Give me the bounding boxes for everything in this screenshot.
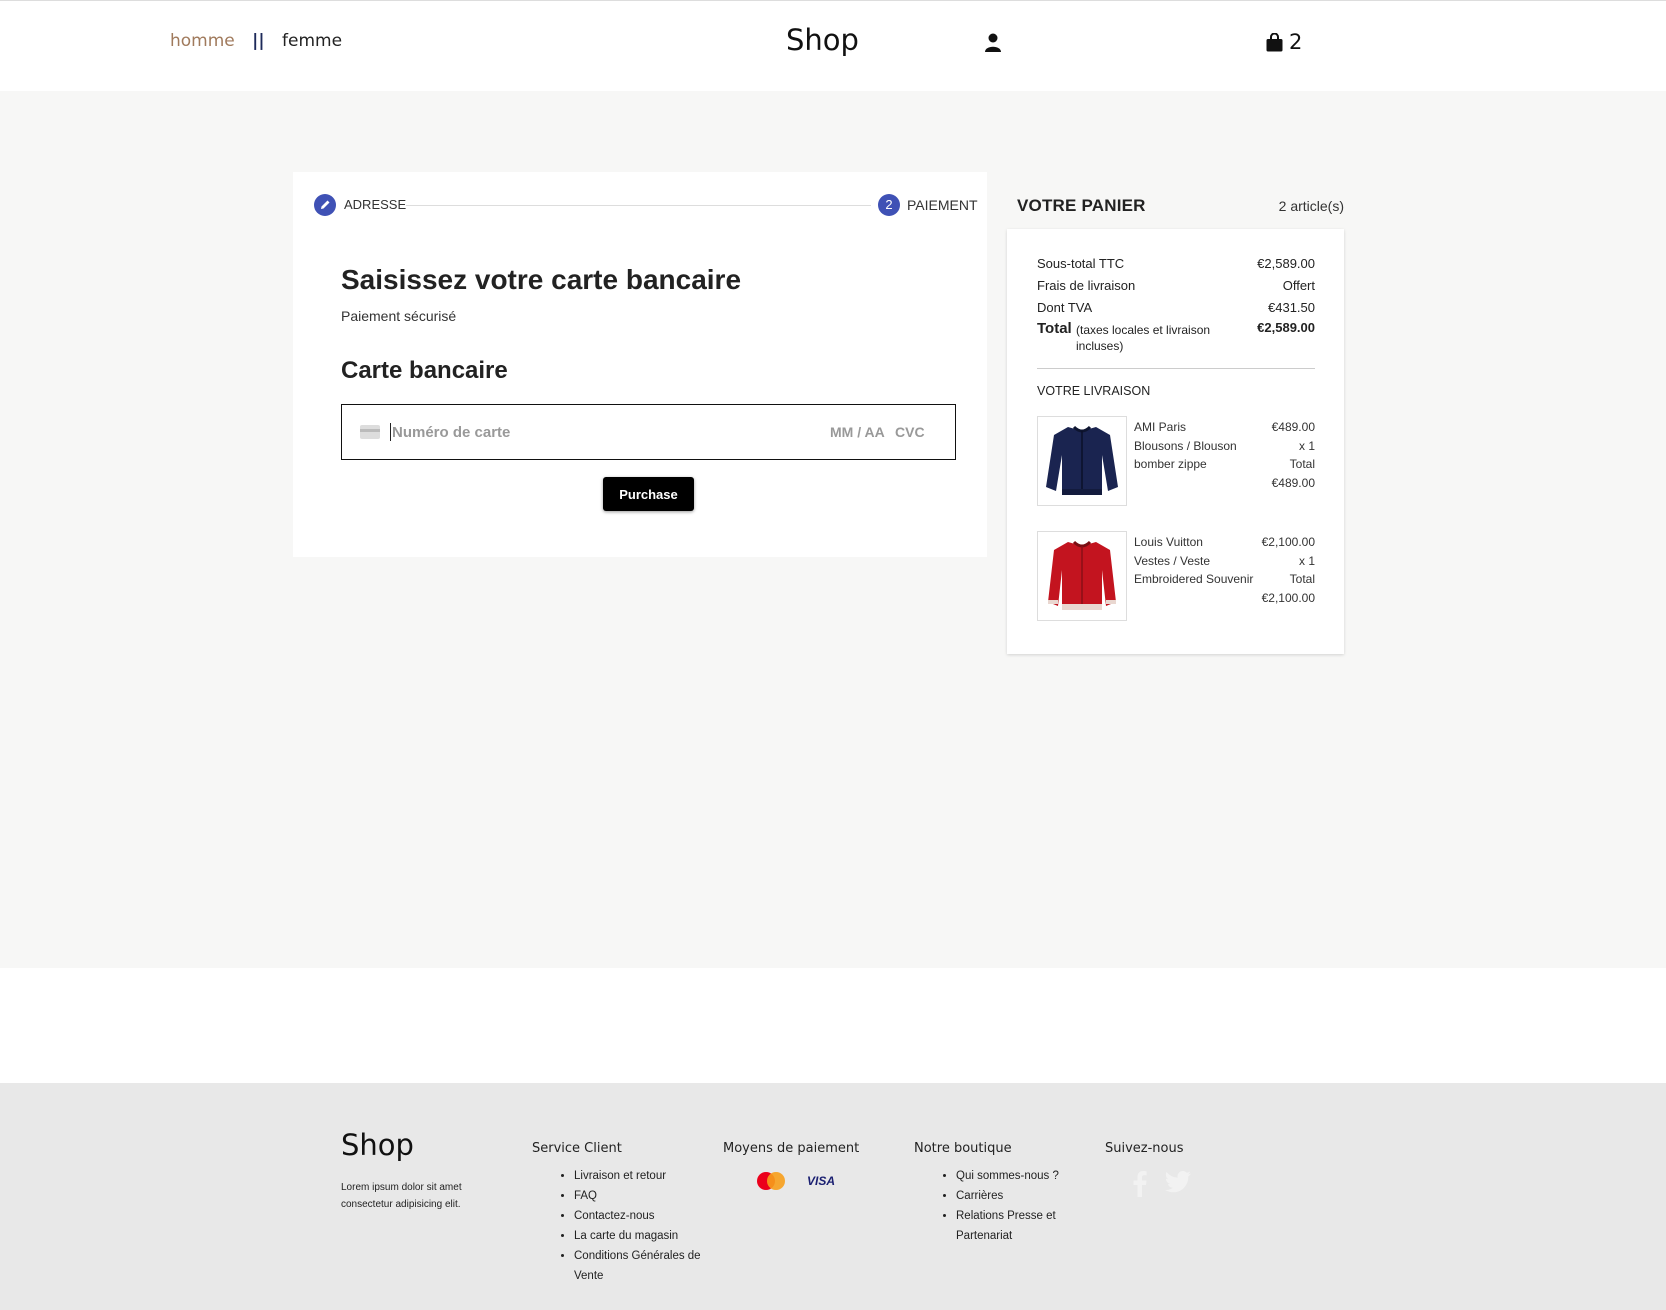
item-pricing: €489.00 x 1 Total €489.00 <box>1272 418 1315 492</box>
cart-summary: Sous-total TTC €2,589.00 Frais de livrai… <box>1007 229 1344 654</box>
footer-link[interactable]: Conditions Générales de Vente <box>574 1246 702 1286</box>
cart-title: VOTRE PANIER <box>1017 196 1146 215</box>
item-info: AMI Paris Blousons / Blouson bomber zipp… <box>1134 418 1237 474</box>
footer-brand[interactable]: Shop <box>341 1128 414 1162</box>
step-payment-marker: 2 <box>878 194 900 216</box>
product-image-navy-jacket[interactable] <box>1037 416 1127 506</box>
credit-card-icon <box>360 425 380 439</box>
footer-social-title: Suivez-nous <box>1105 1141 1184 1156</box>
page-title: Saisissez votre carte bancaire <box>341 264 742 295</box>
visa-icon: VISA <box>807 1174 836 1188</box>
item-total: €2,100.00 <box>1261 590 1315 605</box>
footer-link[interactable]: Carrières <box>956 1186 1084 1206</box>
shipping-label: Frais de livraison <box>1037 278 1136 293</box>
text-caret <box>390 423 391 441</box>
card-number-input[interactable]: Numéro de carte <box>392 424 510 441</box>
footer-link[interactable]: Livraison et retour <box>574 1166 702 1186</box>
shopping-bag-icon <box>1266 32 1283 51</box>
purchase-button[interactable]: Purchase <box>603 477 694 511</box>
gender-nav: homme || femme <box>170 31 342 51</box>
cart-count: 2 <box>1289 30 1303 54</box>
footer-boutique-title: Notre boutique <box>914 1141 1012 1156</box>
nav-femme-link[interactable]: femme <box>282 31 342 51</box>
vat-value: €431.50 <box>1268 300 1315 315</box>
section-title: Carte bancaire <box>341 357 508 384</box>
shipping-value: Offert <box>1282 278 1315 293</box>
item-quantity: x 1 <box>1298 553 1315 568</box>
footer-link[interactable]: Qui sommes-nous ? <box>956 1166 1084 1186</box>
secure-payment-text: Paiement sécurisé <box>341 308 457 324</box>
step-address-marker[interactable] <box>314 194 336 216</box>
item-quantity: x 1 <box>1298 438 1315 453</box>
card-input-field[interactable]: Numéro de carte MM / AA CVC <box>341 404 956 460</box>
user-icon[interactable] <box>984 33 1002 53</box>
item-brand: AMI Paris <box>1134 420 1187 434</box>
footer-payment-title: Moyens de paiement <box>723 1141 860 1156</box>
vat-label: Dont TVA <box>1037 300 1093 315</box>
footer-link[interactable]: Contactez-nous <box>574 1206 702 1226</box>
item-category: Vestes / Veste <box>1134 553 1211 568</box>
nav-homme-link[interactable]: homme <box>170 31 235 51</box>
item-total-label: Total <box>1289 572 1315 586</box>
item-unit-price: €489.00 <box>1271 420 1315 434</box>
item-brand: Louis Vuitton <box>1134 535 1203 549</box>
checkout-stepper: ADRESSE 2 PAIEMENT <box>314 194 978 218</box>
twitter-icon[interactable] <box>1165 1171 1191 1193</box>
mastercard-icon <box>757 1172 785 1190</box>
footer-boutique-column: Notre boutique Qui sommes-nous ? Carrièr… <box>914 1141 1084 1246</box>
item-unit-price: €2,100.00 <box>1261 535 1315 549</box>
footer-service-column: Service Client Livraison et retour FAQ C… <box>532 1141 702 1286</box>
product-image-red-jacket[interactable] <box>1037 531 1127 621</box>
footer-link[interactable]: FAQ <box>574 1186 702 1206</box>
pencil-icon <box>321 200 330 209</box>
site-footer: Shop Lorem ipsum dolor sit amet consecte… <box>0 1083 1666 1310</box>
step-address-label[interactable]: ADRESSE <box>344 197 406 212</box>
summary-divider <box>1037 368 1315 369</box>
red-souvenir-jacket-image <box>1048 540 1116 610</box>
payment-card: ADRESSE 2 PAIEMENT Saisissez votre carte… <box>293 172 987 557</box>
subtotal-value: €2,589.00 <box>1257 256 1315 271</box>
cart-button[interactable]: 2 <box>1266 30 1302 54</box>
footer-description: Lorem ipsum dolor sit amet consectetur a… <box>341 1182 462 1210</box>
step-payment-label: PAIEMENT <box>907 197 978 213</box>
main-content: ADRESSE 2 PAIEMENT Saisissez votre carte… <box>0 91 1666 968</box>
cart-item-count: 2 article(s) <box>1278 198 1344 214</box>
expiry-input[interactable]: MM / AA <box>830 424 885 440</box>
total-note: (taxes locales et livraison incluses) <box>1076 323 1211 353</box>
cart-item: Louis Vuitton Vestes / Veste Embroidered… <box>1037 531 1315 621</box>
footer-link[interactable]: Relations Presse et Partenariat <box>956 1206 1084 1246</box>
footer-service-title: Service Client <box>532 1141 622 1156</box>
item-info: Louis Vuitton Vestes / Veste Embroidered… <box>1134 533 1253 589</box>
stepper-connector <box>406 205 871 206</box>
cart-item: AMI Paris Blousons / Blouson bomber zipp… <box>1037 416 1315 506</box>
item-total-label: Total <box>1289 457 1315 471</box>
subtotal-label: Sous-total TTC <box>1037 256 1125 271</box>
brand-logo[interactable]: Shop <box>786 23 859 57</box>
footer-link[interactable]: La carte du magasin <box>574 1226 702 1246</box>
item-category: Blousons / Blouson <box>1134 438 1237 453</box>
item-pricing: €2,100.00 x 1 Total €2,100.00 <box>1262 533 1315 607</box>
navy-bomber-jacket-image <box>1046 425 1118 495</box>
delivery-title: VOTRE LIVRAISON <box>1037 384 1151 398</box>
item-total: €489.00 <box>1271 475 1315 490</box>
item-name: bomber zippe <box>1134 457 1207 471</box>
facebook-icon[interactable] <box>1133 1171 1147 1197</box>
footer-payment-column: Moyens de paiement VISA <box>723 1141 860 1190</box>
total-label: Total <box>1037 320 1072 337</box>
item-name: Embroidered Souvenir <box>1134 572 1254 586</box>
cvc-input[interactable]: CVC <box>895 424 925 440</box>
footer-social-column: Suivez-nous <box>1105 1141 1191 1197</box>
nav-separator: || <box>252 31 265 51</box>
site-header: homme || femme Shop 2 <box>0 0 1666 91</box>
total-value: €2,589.00 <box>1257 320 1315 335</box>
